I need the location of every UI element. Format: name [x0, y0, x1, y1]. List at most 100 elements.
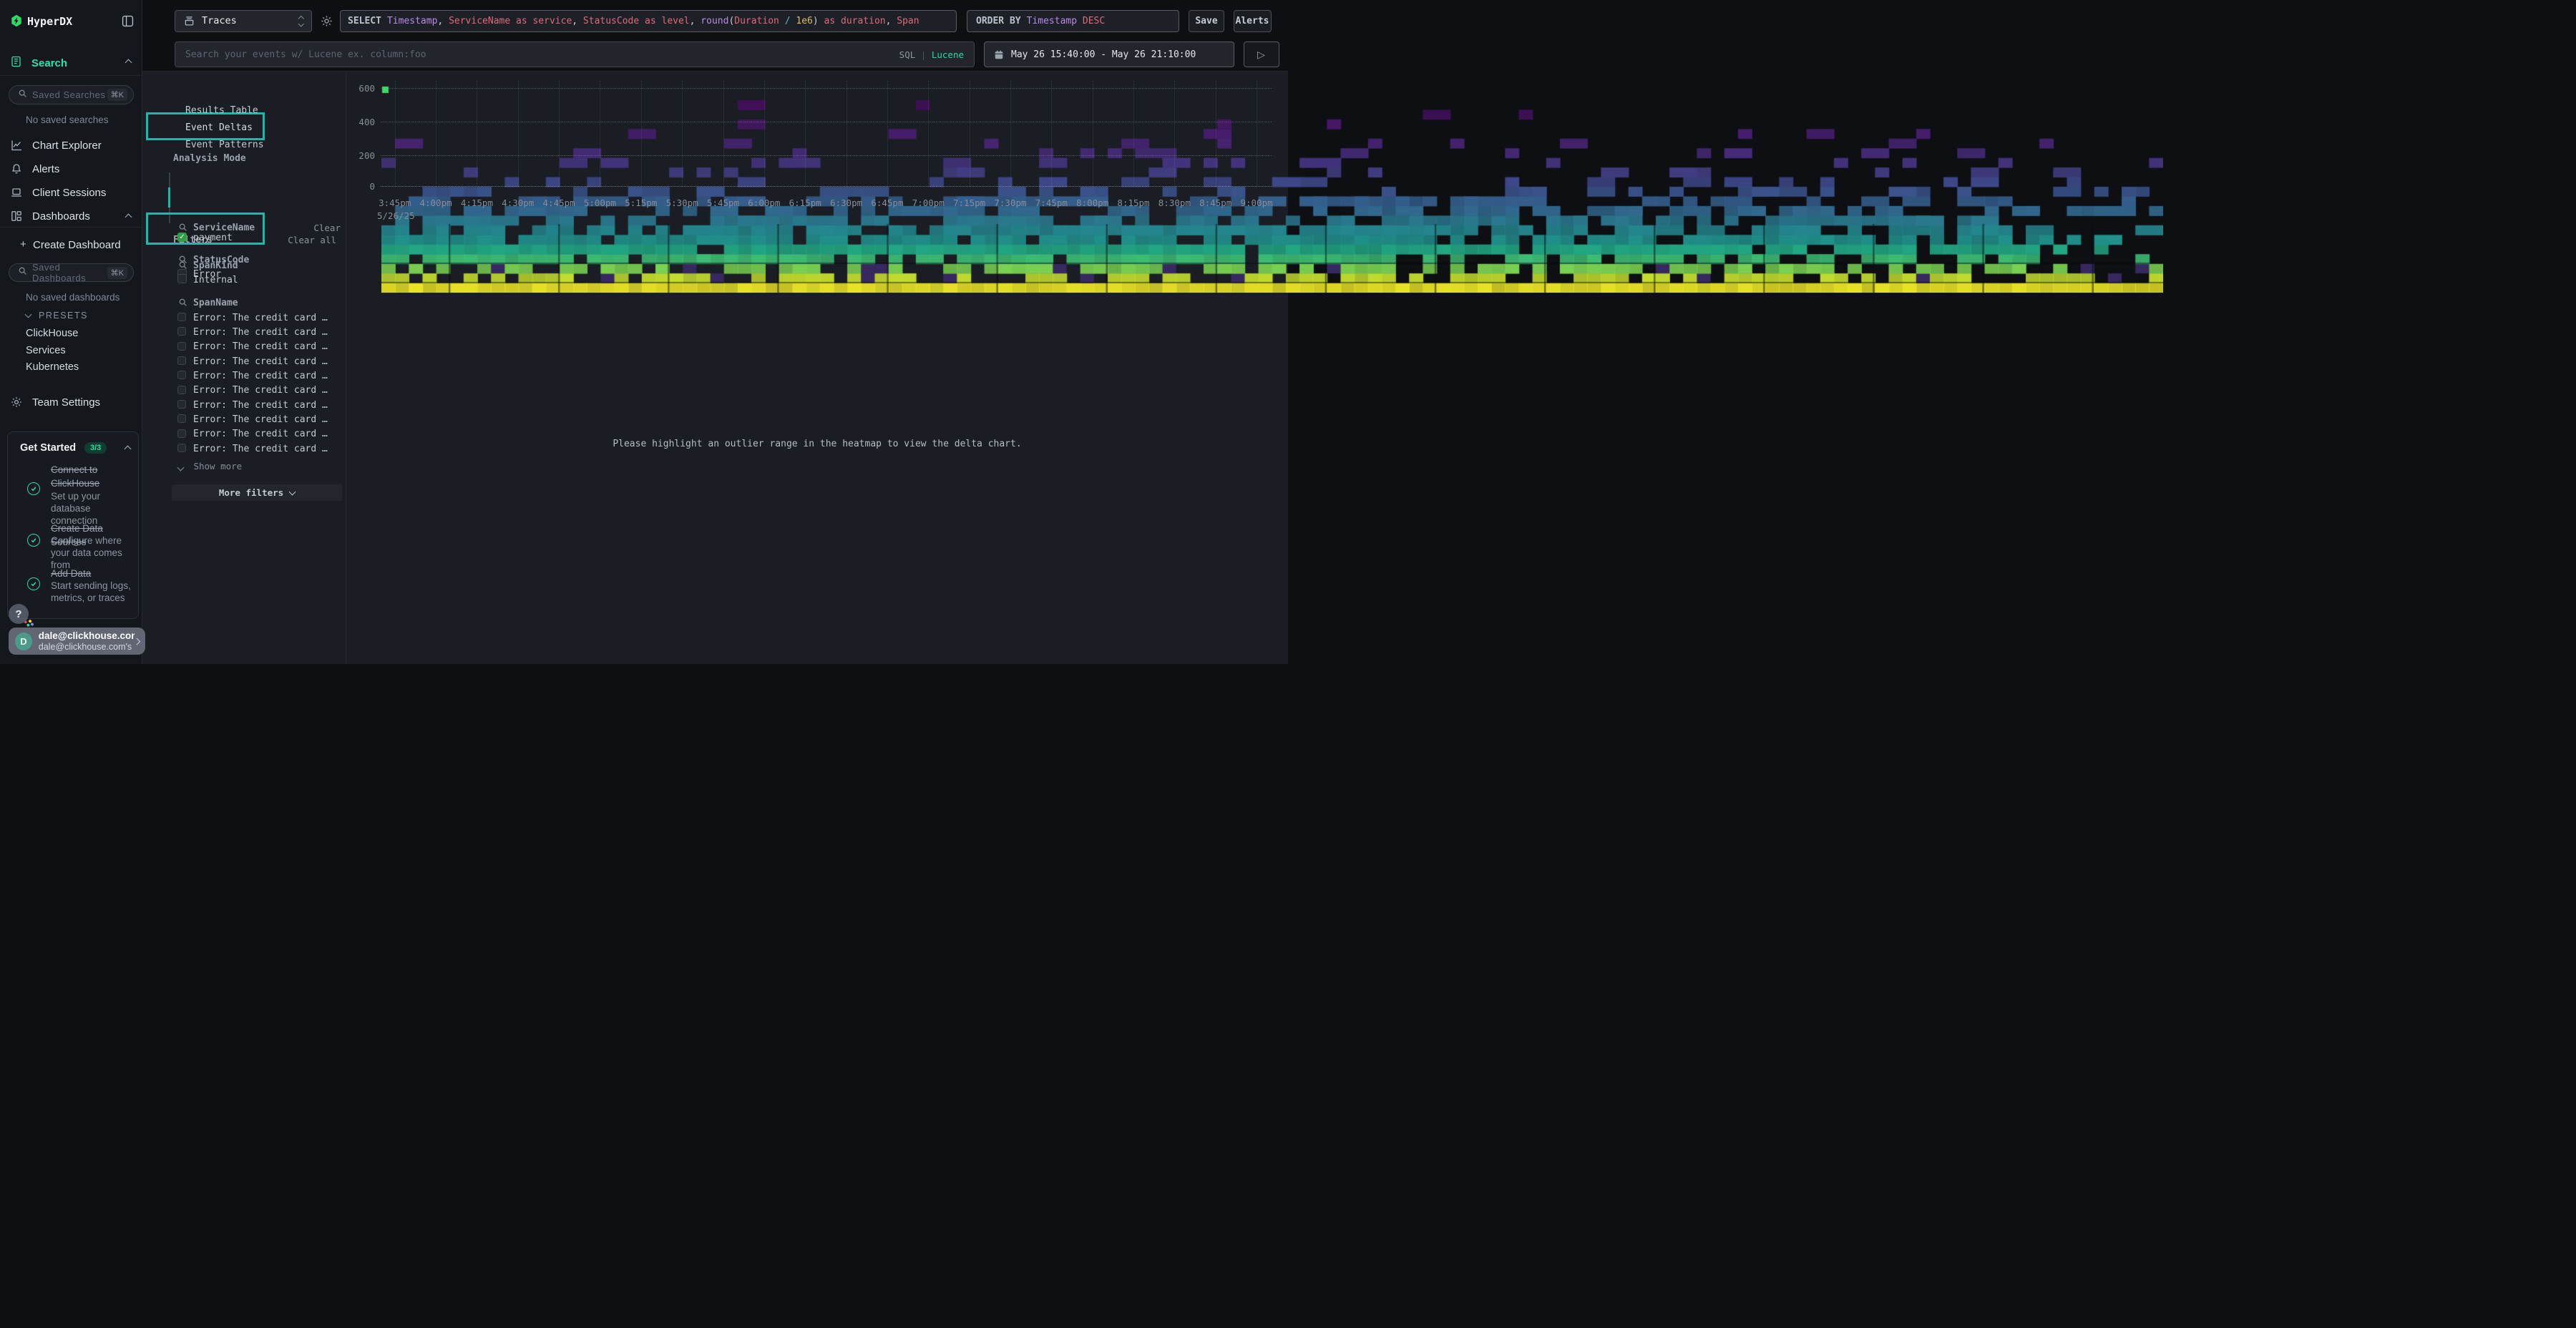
- source-tray-icon: [184, 16, 195, 26]
- checkbox[interactable]: [177, 371, 186, 379]
- clear-servicename-link[interactable]: Clear: [313, 223, 341, 233]
- checkbox[interactable]: [177, 356, 186, 365]
- event-search-placeholder: Search your events w/ Lucene ex. column:…: [185, 49, 426, 60]
- sql-orderby-input[interactable]: ORDER BY Timestamp DESC: [967, 10, 1179, 33]
- sidebar-collapse-icon[interactable]: [122, 15, 134, 31]
- checkbox[interactable]: [177, 327, 186, 336]
- saved-dashboards-input[interactable]: Saved Dashboards ⌘K: [9, 263, 134, 282]
- sidebar-item-label: Alerts: [32, 163, 59, 175]
- saved-dashboards-placeholder: Saved Dashboards: [32, 262, 107, 283]
- checkbox[interactable]: [177, 414, 186, 423]
- checkbox[interactable]: [177, 313, 186, 321]
- sql-token: ): [813, 16, 819, 26]
- sidebar-item-chart-explorer[interactable]: Chart Explorer: [0, 139, 142, 153]
- analysis-mode-event-patterns[interactable]: Event Patterns: [185, 140, 264, 150]
- x-axis-tick: 4:30pm: [497, 197, 539, 208]
- get-started-card: Get Started 3/3 Connect to ClickHouse Se…: [7, 431, 139, 619]
- gridline-600: [381, 88, 1272, 89]
- user-menu[interactable]: D dale@clickhouse.com dale@clickhouse.co…: [9, 628, 145, 655]
- event-search-input[interactable]: Search your events w/ Lucene ex. column:…: [175, 42, 975, 67]
- checkbox[interactable]: [177, 444, 186, 452]
- source-settings-gear-icon[interactable]: [321, 15, 333, 31]
- search-icon: [178, 298, 187, 311]
- x-axis-tick: 4:45pm: [538, 197, 580, 208]
- check-circle-icon: [27, 577, 40, 590]
- source-select[interactable]: Traces: [175, 10, 312, 33]
- team-settings-label: Team Settings: [32, 396, 100, 409]
- gridline-vertical: [723, 81, 724, 187]
- sql-token: 1e6: [796, 16, 812, 26]
- gridline-vertical: [395, 81, 396, 187]
- sidebar-item-label: Client Sessions: [32, 187, 106, 199]
- sidebar-item-alerts[interactable]: Alerts: [0, 162, 142, 177]
- analysis-mode-event-deltas[interactable]: Event Deltas: [185, 122, 253, 133]
- lang-toggle-lucene[interactable]: Lucene: [932, 49, 964, 60]
- x-axis-tick: 6:15pm: [784, 197, 826, 208]
- clear-all-link[interactable]: Clear all: [288, 235, 336, 245]
- search-section-icon: [11, 56, 22, 71]
- sql-token: Duration: [734, 16, 779, 26]
- more-filters-button[interactable]: More filters: [172, 484, 342, 501]
- preset-link-clickhouse[interactable]: ClickHouse: [26, 328, 78, 339]
- no-saved-searches-note: No saved searches: [26, 114, 109, 125]
- preset-link-kubernetes[interactable]: Kubernetes: [26, 361, 79, 373]
- show-more-link[interactable]: Show more: [178, 460, 242, 472]
- filter-option-label: Error: The credit card …: [193, 341, 328, 352]
- laptop-icon: [11, 187, 22, 202]
- select-updown-icon: [299, 16, 303, 26]
- filter-option-label: Error: The credit card …: [193, 371, 328, 381]
- user-email: dale@clickhouse.com: [39, 630, 135, 642]
- sql-token: ,: [572, 16, 583, 26]
- x-axis-tick: 5:30pm: [661, 197, 703, 208]
- sql-token: as duration: [819, 16, 886, 26]
- chevron-up-icon[interactable]: [125, 446, 132, 453]
- analysis-mode-results-table[interactable]: Results Table: [185, 105, 258, 116]
- gridline-vertical: [764, 81, 765, 187]
- presets-label: PRESETS: [39, 311, 88, 321]
- get-started-item-title: Connect to ClickHouse: [51, 463, 138, 490]
- sidebar-item-client-sessions[interactable]: Client Sessions: [0, 186, 142, 200]
- run-query-button[interactable]: ▷: [1244, 42, 1279, 67]
- sidebar-item-dashboards[interactable]: Dashboards: [0, 210, 142, 224]
- sql-token: Span: [897, 16, 919, 26]
- gridline-vertical: [641, 81, 642, 187]
- filter-option-label: Error: The credit card …: [193, 313, 328, 323]
- filter-option-label: Error: The credit card …: [193, 414, 328, 425]
- gridline-vertical: [682, 81, 683, 187]
- alerts-button[interactable]: Alerts: [1234, 10, 1272, 33]
- checkbox-internal[interactable]: [177, 274, 187, 283]
- lang-toggle-sql[interactable]: SQL: [899, 49, 916, 60]
- help-button[interactable]: ?: [9, 604, 29, 624]
- save-button[interactable]: Save: [1189, 10, 1224, 33]
- annotation-box-servicename: [146, 213, 265, 245]
- sql-token: ,: [886, 16, 897, 26]
- filter-option-label: Error: The credit card …: [193, 444, 328, 454]
- sql-select-input[interactable]: SELECT Timestamp, ServiceName as service…: [340, 10, 957, 33]
- create-dashboard-label: Create Dashboard: [33, 239, 121, 251]
- checkbox[interactable]: [177, 400, 186, 409]
- checkbox[interactable]: [177, 386, 186, 394]
- saved-searches-input[interactable]: Saved Searches ⌘K: [9, 85, 134, 104]
- filter-option-internal[interactable]: Internal: [193, 275, 238, 285]
- sql-select-expression: Timestamp, ServiceName as service, Statu…: [387, 16, 919, 26]
- divider: [0, 227, 142, 228]
- hyperdx-logo-icon: [10, 14, 23, 31]
- get-started-title: Get Started: [20, 442, 76, 454]
- sidebar-item-team-settings[interactable]: Team Settings: [0, 396, 142, 410]
- chevron-down-icon: [25, 311, 32, 318]
- grid-icon: [11, 210, 22, 225]
- presets-toggle[interactable]: PRESETS: [0, 310, 142, 321]
- checkbox[interactable]: [177, 342, 186, 351]
- preset-link-services[interactable]: Services: [26, 345, 66, 356]
- search-section-label: Search: [31, 57, 67, 69]
- x-axis-tick: 6:45pm: [867, 197, 908, 208]
- sql-token: /: [779, 16, 796, 26]
- x-axis-tick: 6:30pm: [826, 197, 867, 208]
- sidebar: HyperDX Search Saved Searches ⌘K No save…: [0, 0, 142, 664]
- checkbox[interactable]: [177, 429, 186, 438]
- sidebar-item-search[interactable]: Search: [0, 56, 142, 72]
- create-dashboard-button[interactable]: + Create Dashboard: [0, 238, 142, 251]
- get-started-progress-badge: 3/3: [84, 442, 107, 454]
- gridline-vertical: [518, 81, 519, 187]
- time-range-picker[interactable]: May 26 15:40:00 - May 26 21:10:00: [984, 42, 1234, 67]
